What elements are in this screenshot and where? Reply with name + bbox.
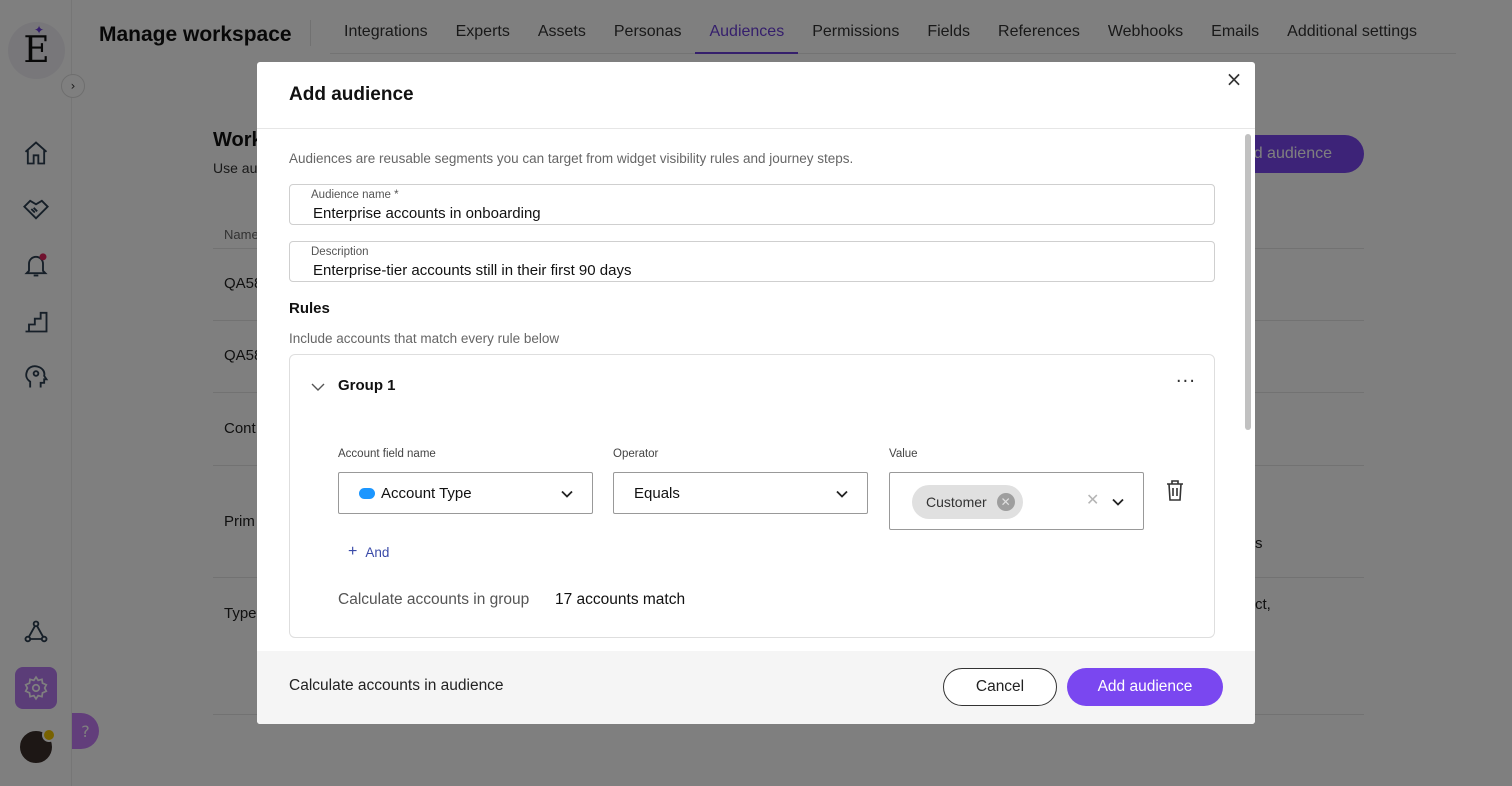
rule-group: Group 1 ··· Account field name Operator … bbox=[289, 354, 1215, 638]
calculate-group-link[interactable]: Calculate accounts in group bbox=[338, 591, 529, 609]
operator-label: Operator bbox=[613, 448, 659, 460]
value-chip-label: Customer bbox=[926, 494, 987, 510]
modal-scrollbar[interactable] bbox=[1245, 134, 1251, 430]
close-button[interactable]: × bbox=[1223, 67, 1245, 91]
modal-header-divider bbox=[257, 128, 1255, 129]
chevron-down-icon bbox=[561, 490, 573, 498]
account-field-value: Account Type bbox=[381, 484, 472, 502]
account-field-select[interactable]: Account Type bbox=[338, 472, 593, 514]
group-match-count: 17 accounts match bbox=[555, 591, 686, 608]
description-label: Description bbox=[311, 246, 369, 258]
modal-footer: Calculate accounts in audience Cancel Ad… bbox=[257, 651, 1255, 724]
clear-icon[interactable]: ✕ bbox=[1086, 490, 1099, 509]
chevron-down-icon[interactable] bbox=[310, 379, 326, 395]
group-title: Group 1 bbox=[338, 377, 396, 394]
add-and-rule-button[interactable]: + And bbox=[348, 543, 389, 561]
more-icon[interactable]: ··· bbox=[1176, 371, 1196, 392]
chip-remove-icon[interactable]: ✕ bbox=[996, 493, 1015, 511]
audience-name-label: Audience name * bbox=[311, 189, 399, 201]
trash-icon[interactable] bbox=[1165, 479, 1185, 501]
close-icon: × bbox=[1225, 67, 1243, 91]
chevron-down-icon bbox=[836, 490, 848, 498]
audience-name-field[interactable]: Audience name * Enterprise accounts in o… bbox=[289, 184, 1215, 225]
add-audience-modal: Add audience × Audiences are reusable se… bbox=[257, 62, 1255, 724]
modal-title: Add audience bbox=[289, 84, 414, 105]
and-label: And bbox=[365, 544, 390, 560]
salesforce-icon bbox=[359, 487, 375, 499]
value-select[interactable]: Customer ✕ ✕ bbox=[889, 472, 1144, 530]
description-field[interactable]: Description Enterprise-tier accounts sti… bbox=[289, 241, 1215, 282]
add-audience-button[interactable]: Add audience bbox=[1067, 668, 1223, 706]
modal-intro: Audiences are reusable segments you can … bbox=[289, 151, 854, 166]
description-value: Enterprise-tier accounts still in their … bbox=[313, 262, 632, 279]
value-label: Value bbox=[889, 448, 918, 460]
account-field-label: Account field name bbox=[338, 448, 436, 460]
audience-name-value: Enterprise accounts in onboarding bbox=[313, 205, 541, 222]
operator-select[interactable]: Equals bbox=[613, 472, 868, 514]
plus-icon: + bbox=[348, 543, 358, 560]
rules-title: Rules bbox=[289, 300, 330, 317]
cancel-button[interactable]: Cancel bbox=[943, 668, 1057, 706]
rules-subtitle: Include accounts that match every rule b… bbox=[289, 331, 560, 346]
value-chip: Customer ✕ bbox=[912, 485, 1023, 519]
chevron-down-icon[interactable] bbox=[1111, 495, 1125, 509]
calculate-audience-link[interactable]: Calculate accounts in audience bbox=[289, 677, 504, 695]
operator-value: Equals bbox=[634, 484, 680, 502]
